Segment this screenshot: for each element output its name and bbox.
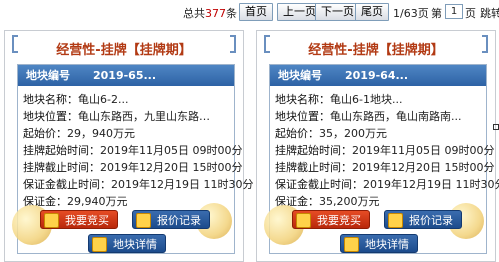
deposit-deadline-row: 保证金截止时间：2019年12月19日 11时30分 (23, 178, 254, 191)
parcel-number-value: 2019-64... (345, 69, 409, 82)
listing-end-row: 挂牌截止时间：2019年12月20日 15时00分 (23, 161, 243, 174)
map-icon (344, 237, 359, 252)
start-price-row: 起始价：35，200万元 (275, 127, 387, 140)
scroll-marker-icon (493, 124, 499, 130)
quote-record-button[interactable]: 报价记录 (384, 210, 462, 229)
pagination-bar: 总共377条 首页 上一页 下一页 尾页 1/63页 第 1 页 跳转 (0, 0, 499, 24)
listing-start-row: 挂牌起始时间：2019年11月05日 09时00分 (23, 144, 243, 157)
next-page-button[interactable]: 下一页 (315, 3, 360, 21)
total-count-text: 总共377条 (183, 7, 237, 20)
parcel-number-label: 地块编号 (278, 69, 322, 82)
card-title: 经营性-挂牌【挂牌期】 (308, 43, 444, 58)
last-page-button[interactable]: 尾页 (355, 3, 389, 21)
goto-prefix: 第 (431, 7, 442, 20)
start-price-row: 起始价：29，940万元 (23, 127, 135, 140)
parcel-detail-button[interactable]: 地块详情 (340, 234, 418, 253)
quote-record-button[interactable]: 报价记录 (132, 210, 210, 229)
page-number-input[interactable]: 1 (445, 4, 463, 19)
map-icon (92, 237, 107, 252)
land-card-1: 经营性-挂牌【挂牌期】 地块编号 2019-65... 地块名称：龟山6-2..… (4, 30, 253, 262)
page-status: 1/63页 (393, 7, 429, 20)
bid-button[interactable]: 我要竞买 (40, 210, 118, 229)
goto-suffix: 页 (465, 7, 476, 20)
deposit-deadline-row: 保证金截止时间：2019年12月19日 11时30分 (275, 178, 499, 191)
hammer-icon (44, 213, 59, 228)
listing-end-row: 挂牌截止时间：2019年12月20日 15时00分 (275, 161, 495, 174)
document-icon (388, 213, 403, 228)
card-title: 经营性-挂牌【挂牌期】 (56, 43, 192, 58)
document-icon (136, 213, 151, 228)
bid-button[interactable]: 我要竞买 (292, 210, 370, 229)
land-card-2: 经营性-挂牌【挂牌期】 地块编号 2019-64... 地块名称：龟山6-1地块… (256, 30, 499, 262)
parcel-number-header: 地块编号 2019-64... (270, 65, 486, 86)
jump-link[interactable]: 跳转 (480, 5, 499, 21)
parcel-number-label: 地块编号 (26, 69, 70, 82)
parcel-number-value: 2019-65... (93, 69, 157, 82)
parcel-detail-button[interactable]: 地块详情 (88, 234, 166, 253)
parcel-number-header: 地块编号 2019-65... (18, 65, 234, 86)
land-info-panel: 地块编号 2019-64... 地块名称：龟山6-1地块... 地块位置：龟山东… (264, 64, 499, 254)
hammer-icon (296, 213, 311, 228)
listing-start-row: 挂牌起始时间：2019年11月05日 09时00分 (275, 144, 495, 157)
first-page-button[interactable]: 首页 (239, 3, 273, 21)
parcel-location-row: 地块位置：龟山东路西，九里山东路… (23, 110, 210, 123)
parcel-name-row: 地块名称：龟山6-2... (23, 93, 129, 106)
parcel-name-row: 地块名称：龟山6-1地块... (275, 93, 403, 106)
parcel-location-row: 地块位置：龟山东路西，龟山南路南... (275, 110, 462, 123)
land-info-panel: 地块编号 2019-65... 地块名称：龟山6-2... 地块位置：龟山东路西… (12, 64, 253, 254)
